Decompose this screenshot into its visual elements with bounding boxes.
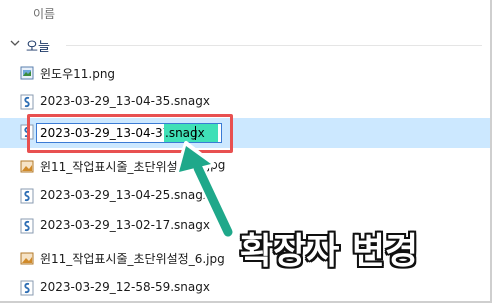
- group-label: 오늘: [26, 40, 50, 55]
- chevron-down-icon[interactable]: [8, 36, 22, 50]
- group-divider: [66, 45, 482, 46]
- file-row[interactable]: 윈도우11.png: [0, 58, 490, 88]
- file-explorer-view: 이름 오늘 윈도우11.png 2023-03-29_13-04-35.snag…: [0, 0, 492, 303]
- file-row[interactable]: 윈11_작업표시줄_초단위설 .jpg: [0, 151, 490, 181]
- file-row[interactable]: 2023-03-29_12-58-59.snagx: [0, 273, 490, 303]
- highlight-box: [27, 114, 233, 153]
- file-name: 윈11_작업표시줄_초단위설: [40, 160, 178, 174]
- file-name: 2023-03-29_13-02-17.snagx: [40, 218, 210, 232]
- snagx-file-icon: [20, 188, 34, 204]
- file-name: 2023-03-29_12-58-59.snagx: [40, 280, 210, 294]
- file-row[interactable]: 2023-03-29_13-04-35.snagx: [0, 87, 490, 117]
- file-row[interactable]: 2023-03-29_13-04-25.snagx: [0, 181, 490, 211]
- snagx-file-icon: [20, 218, 34, 234]
- snagx-file-icon: [20, 280, 34, 296]
- file-name: 윈11_작업표시줄_초단위설정_6.jpg: [40, 252, 225, 266]
- group-header-today[interactable]: 오늘: [0, 30, 490, 58]
- file-name: 2023-03-29_13-04-25.snagx: [40, 188, 210, 202]
- jpg-file-icon: [20, 160, 34, 173]
- snagx-file-icon: [20, 94, 34, 110]
- file-name: 윈도우11.png: [40, 67, 116, 81]
- file-name: 2023-03-29_13-04-35.snagx: [40, 94, 210, 108]
- png-file-icon: [20, 66, 34, 80]
- annotation-caption: 확장자 변경: [240, 231, 419, 272]
- column-header-name[interactable]: 이름: [33, 5, 55, 22]
- file-name-suffix: .jpg: [203, 158, 226, 172]
- jpg-file-icon: [20, 252, 34, 265]
